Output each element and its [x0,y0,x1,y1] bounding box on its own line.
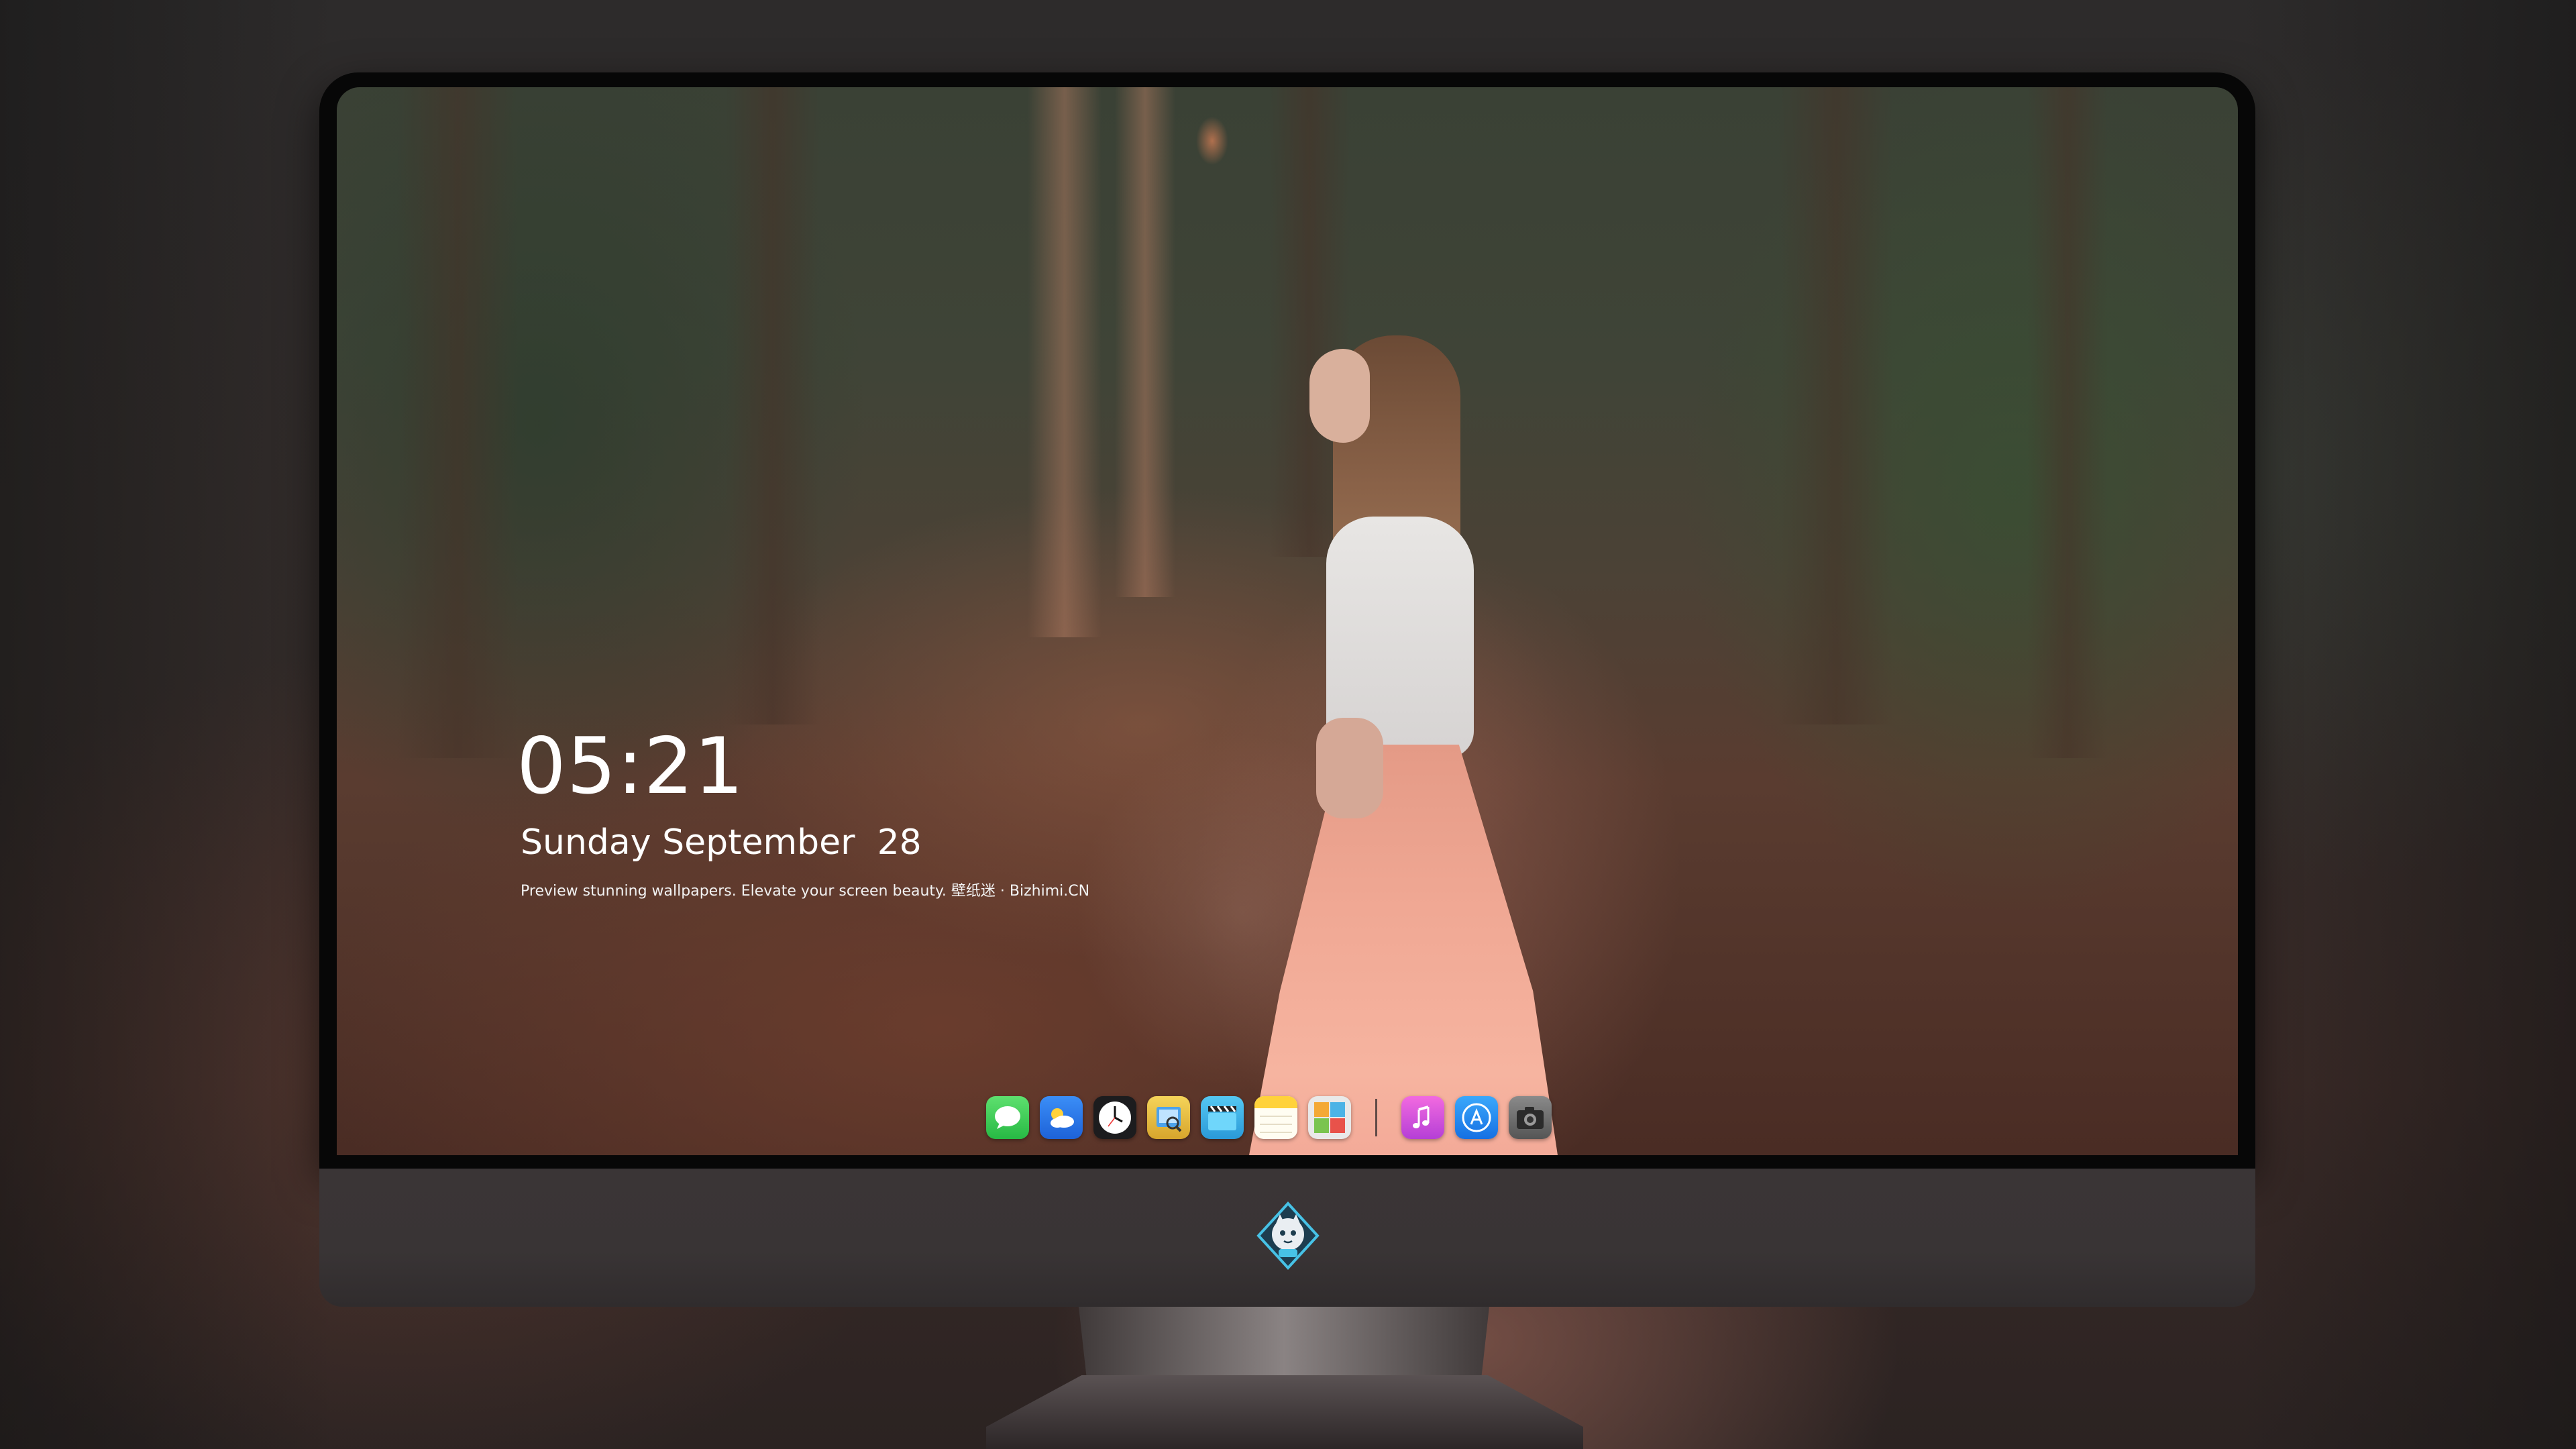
wallpaper-tree [397,87,518,758]
wallpaper-tree [1115,87,1175,597]
wallpaper-girl-face [1309,349,1370,443]
app-store-icon[interactable] [1455,1096,1498,1139]
lockscreen-clock: 05:21 [517,721,745,812]
wallpaper-bird [1182,101,1242,174]
clock-icon[interactable] [1093,1096,1136,1139]
wallpaper-tree [1779,87,1893,724]
wallpaper-tree [2027,87,2108,758]
photo-booth-icon[interactable] [1308,1096,1351,1139]
monitor-stand-neck [1079,1307,1489,1381]
desktop-background: 05:21 Sunday September 28 Preview stunni… [0,0,2576,1449]
lockscreen-date: Sunday September 28 [521,822,922,863]
camera-icon[interactable] [1509,1096,1552,1139]
lockscreen-tagline: Preview stunning wallpapers. Elevate you… [521,883,1090,900]
wallpaper-girl [1209,235,1678,1155]
monitor-stand-base [986,1375,1583,1449]
messages-icon[interactable] [986,1096,1029,1139]
notes-icon[interactable] [1254,1096,1297,1139]
clips-icon[interactable] [1201,1096,1244,1139]
dock-separator [1375,1099,1377,1136]
dock [986,1093,1552,1142]
wallpaper-tree [1028,87,1102,637]
bizhimi-logo-icon [1253,1201,1323,1271]
monitor-screen [337,87,2238,1155]
itunes-icon[interactable] [1401,1096,1444,1139]
wallpaper-girl-hands [1316,718,1383,818]
preview-icon[interactable] [1147,1096,1190,1139]
weather-icon[interactable] [1040,1096,1083,1139]
wallpaper-tree [726,87,820,724]
